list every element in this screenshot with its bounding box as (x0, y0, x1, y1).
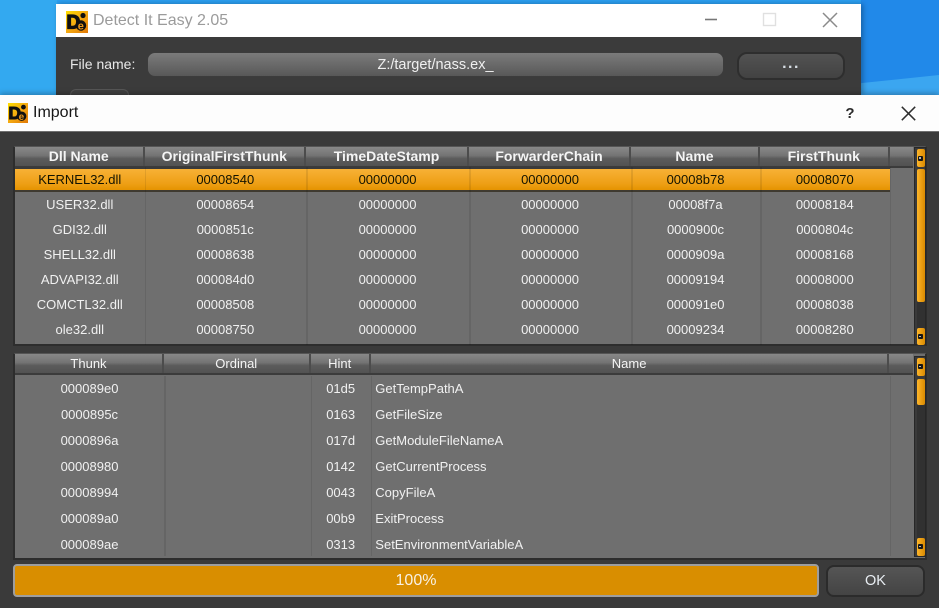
svg-text:e: e (19, 112, 25, 123)
svg-text:e: e (78, 21, 84, 33)
